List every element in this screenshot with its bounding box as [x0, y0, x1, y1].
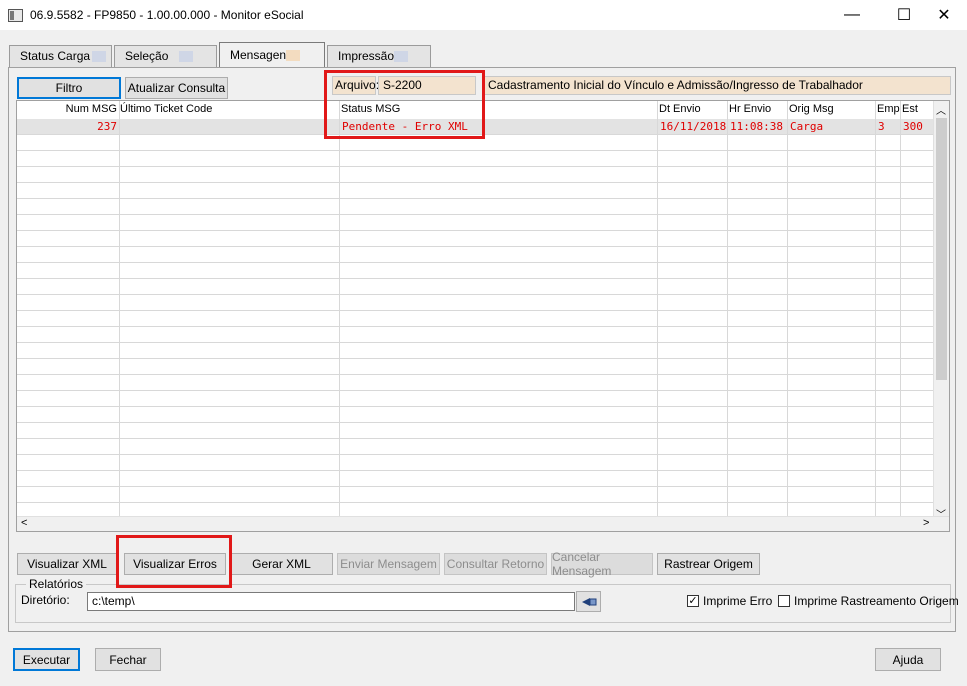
close-button[interactable]: ✕ [921, 0, 967, 30]
arquivo-description: Cadastramento Inicial do Vínculo e Admis… [483, 76, 951, 95]
tab-color-chip [179, 51, 193, 62]
vertical-scroll-thumb[interactable] [936, 118, 947, 380]
table-row[interactable] [17, 455, 935, 471]
imprime-rastreamento-label: Imprime Rastreamento Origem [794, 594, 959, 608]
diretorio-label: Diretório: [21, 593, 70, 607]
table-row[interactable] [17, 439, 935, 455]
table-row[interactable] [17, 471, 935, 487]
col-header-est[interactable]: Est [902, 101, 932, 118]
table-row[interactable] [17, 407, 935, 423]
col-header-hr-envio[interactable]: Hr Envio [729, 101, 787, 118]
tab-label: Impressão [338, 49, 395, 63]
table-row[interactable] [17, 199, 935, 215]
table-row[interactable] [17, 167, 935, 183]
col-header-emp[interactable]: Emp [877, 101, 901, 118]
col-header-orig-msg[interactable]: Orig Msg [789, 101, 875, 118]
scroll-up-icon[interactable]: ︿ [936, 102, 946, 117]
imprime-erro-checkbox[interactable]: ✓ [687, 595, 699, 607]
col-header-num-msg[interactable]: Num MSG [19, 101, 117, 118]
title-bar: 06.9.5582 - FP9850 - 1.00.00.000 - Monit… [0, 0, 967, 30]
minimize-button[interactable]: — [829, 0, 875, 30]
messages-grid[interactable]: Num MSG Último Ticket Code Status MSG Dt… [16, 100, 950, 532]
scroll-right-icon[interactable]: > [923, 517, 929, 529]
atualizar-consulta-button[interactable]: Atualizar Consulta [125, 77, 228, 99]
enviar-mensagem-button[interactable]: Enviar Mensagem [337, 553, 440, 575]
consultar-retorno-button[interactable]: Consultar Retorno [444, 553, 547, 575]
tab-color-chip [286, 50, 300, 61]
col-header-dt-envio[interactable]: Dt Envio [659, 101, 727, 118]
cancelar-mensagem-button[interactable]: Cancelar Mensagem [551, 550, 653, 578]
table-row[interactable] [17, 279, 935, 295]
table-cell-dt: 16/11/2018 [660, 120, 726, 133]
table-row[interactable] [17, 327, 935, 343]
filtro-button[interactable]: Filtro [17, 77, 121, 99]
table-row[interactable] [17, 151, 935, 167]
flashlight-icon [581, 597, 596, 606]
table-row[interactable] [17, 231, 935, 247]
ajuda-button[interactable]: Ajuda [875, 648, 941, 671]
table-cell-ticket [122, 119, 337, 134]
col-header-ticket[interactable]: Último Ticket Code [120, 101, 340, 118]
tab-status-carga[interactable]: Status Carga [9, 45, 112, 67]
imprime-rastreamento-checkbox[interactable] [778, 595, 790, 607]
highlight-box-arquivo [324, 70, 485, 139]
table-cell-hr: 11:08:38 [730, 120, 783, 133]
gerar-xml-button[interactable]: Gerar XML [230, 553, 333, 575]
diretorio-input[interactable]: c:\temp\ [87, 592, 575, 611]
tab-color-chip [394, 51, 408, 62]
table-cell-emp: 3 [878, 120, 885, 133]
table-row[interactable] [17, 263, 935, 279]
app-icon [8, 9, 23, 22]
table-row[interactable] [17, 487, 935, 503]
imprime-erro-label: Imprime Erro [703, 594, 773, 608]
table-cell-num: 237 [97, 120, 117, 133]
vertical-scrollbar[interactable]: ︿ ﹀ [933, 101, 949, 521]
table-row[interactable] [17, 359, 935, 375]
browse-folder-button[interactable] [576, 591, 601, 612]
window-title: 06.9.5582 - FP9850 - 1.00.00.000 - Monit… [30, 8, 304, 22]
tab-label: Mensagens [230, 48, 293, 62]
tab-label: Status Carga [20, 49, 91, 63]
scroll-left-icon[interactable]: < [21, 517, 27, 529]
visualizar-xml-button[interactable]: Visualizar XML [17, 553, 117, 575]
table-row[interactable] [17, 391, 935, 407]
table-row[interactable] [17, 375, 935, 391]
table-cell-orig: Carga [790, 120, 824, 133]
table-cell-est: 300 [903, 120, 923, 133]
table-row[interactable] [17, 343, 935, 359]
table-row[interactable] [17, 423, 935, 439]
tab-selecao[interactable]: Seleção [114, 45, 217, 67]
tab-mensagens[interactable]: Mensagens [219, 42, 325, 68]
tab-impressao[interactable]: Impressão [327, 45, 431, 67]
fechar-button[interactable]: Fechar [95, 648, 161, 671]
table-row[interactable] [17, 311, 935, 327]
horizontal-scrollbar[interactable]: < > [17, 516, 949, 531]
tab-label: Seleção [125, 49, 169, 63]
tab-color-chip [92, 51, 106, 62]
table-row[interactable] [17, 295, 935, 311]
rastrear-origem-button[interactable]: Rastrear Origem [657, 553, 760, 575]
executar-button[interactable]: Executar [13, 648, 80, 671]
table-row[interactable] [17, 183, 935, 199]
highlight-box-visualizar-erros [116, 535, 232, 588]
table-row[interactable] [17, 247, 935, 263]
relatorios-legend: Relatórios [26, 577, 87, 591]
table-row[interactable] [17, 215, 935, 231]
